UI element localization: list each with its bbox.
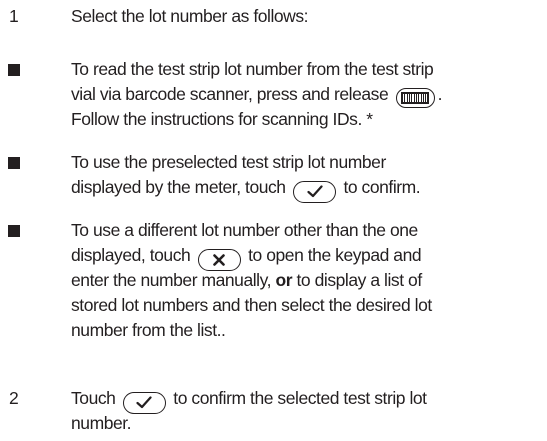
text-fragment: Touch xyxy=(71,388,116,408)
confirm-button xyxy=(293,180,337,203)
text-fragment: to display a list of xyxy=(296,270,423,290)
instruction-page: 1 Select the lot number as follows: To r… xyxy=(0,0,547,441)
step-number: 1 xyxy=(9,6,19,26)
option-text-line: vial via barcode scanner, press and rele… xyxy=(71,82,541,108)
x-icon xyxy=(213,254,226,266)
step-text: Select the lot number as follows: xyxy=(71,4,541,29)
step-text-line: Select the lot number as follows: xyxy=(71,6,309,26)
option-text: To use a different lot number other than… xyxy=(71,218,541,343)
step-number: 2 xyxy=(9,388,19,408)
option-text-line: displayed, touch to open the keypad and xyxy=(71,243,541,271)
text-fragment: displayed, touch xyxy=(71,245,191,265)
barcode-icon xyxy=(401,92,430,104)
text-fragment: to open the keypad and xyxy=(248,245,422,265)
step-text: Touch to confirm the selected test strip… xyxy=(71,386,541,436)
bullet-marker xyxy=(8,157,20,169)
option-text-line: To use the preselected test strip lot nu… xyxy=(71,152,386,172)
text-fragment: enter the number manually, xyxy=(71,270,272,290)
option-text-line: displayed by the meter, touch to confirm… xyxy=(71,175,541,203)
option-text-line: number from the list.. xyxy=(71,320,226,340)
check-icon xyxy=(306,185,323,198)
text-fragment: to confirm the selected test strip lot xyxy=(173,388,427,408)
option-text-line: stored lot numbers and then select the d… xyxy=(71,295,432,315)
option-text-line: To use a different lot number other than… xyxy=(71,220,418,240)
emphasis-text: or xyxy=(275,270,293,290)
step-text-line: number. xyxy=(71,413,132,433)
option-text-line: Follow the instructions for scanning IDs… xyxy=(71,109,373,129)
text-fragment: . xyxy=(437,84,443,104)
step-text-line: Touch to confirm the selected test strip… xyxy=(71,386,541,414)
check-icon xyxy=(136,396,152,409)
scan-button xyxy=(395,88,435,108)
option-text: To read the test strip lot number from t… xyxy=(71,57,541,132)
bullet-marker xyxy=(8,225,20,237)
option-text: To use the preselected test strip lot nu… xyxy=(71,150,541,203)
option-text-line: To read the test strip lot number from t… xyxy=(71,59,434,79)
text-fragment: displayed by the meter, touch xyxy=(71,177,286,197)
bullet-marker xyxy=(8,64,20,76)
text-fragment: vial via barcode scanner, press and rele… xyxy=(71,84,389,104)
text-fragment: to confirm. xyxy=(343,177,421,197)
option-text-line: enter the number manually, or to display… xyxy=(71,268,541,293)
